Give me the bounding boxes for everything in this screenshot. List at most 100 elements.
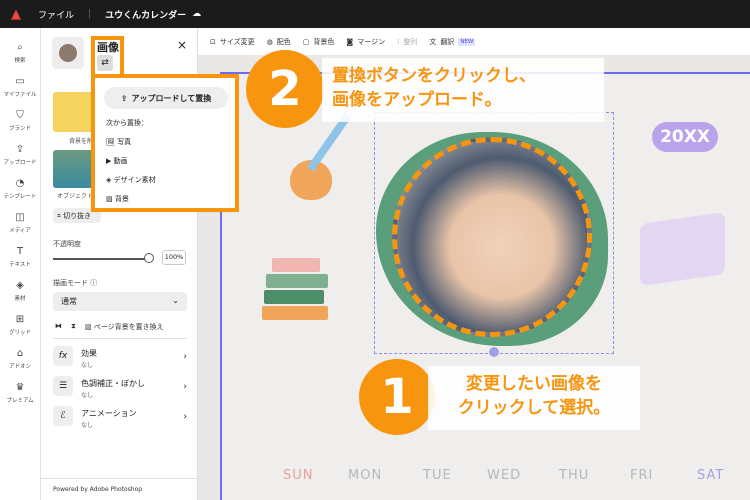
elements-icon: ◈ (16, 280, 24, 291)
rail-label: テンプレート (3, 194, 37, 200)
effect-row-animation[interactable]: ℰ アニメーション なし › (53, 404, 187, 432)
fx-icon: fx (53, 346, 73, 366)
thumb-label: 背景を削 (69, 138, 94, 145)
note-line: 画像をアップロード。 (332, 90, 502, 110)
blend-mode-label: 描画モード ⓘ (53, 278, 97, 288)
rail-upload[interactable]: ⇪ アップロード (0, 138, 40, 172)
translate-icon: 文 (429, 37, 437, 46)
step-2-note: 置換ボタンをクリックし、 画像をアップロード。 (322, 58, 604, 122)
powered-by: Powered by Adobe Photoshop (53, 486, 143, 493)
baby-photo-frame[interactable] (392, 137, 592, 337)
template-icon: ◔ (15, 178, 25, 189)
square-icon: ▢ (302, 37, 310, 46)
rail-brand[interactable]: ⛉ ブランド (0, 104, 40, 138)
flip-horizontal-icon[interactable]: ⧓ (55, 322, 62, 332)
margin-icon: ◙ (346, 37, 354, 46)
upload-icon: ⇪ (15, 144, 25, 155)
addon-icon: ⌂ (16, 348, 24, 359)
brand-icon: ⛉ (16, 110, 24, 121)
align-icon: ⁞ (397, 37, 400, 46)
close-icon[interactable]: × (177, 38, 187, 52)
weekday-mon: MON (348, 468, 383, 483)
margin-label: マージン (357, 37, 386, 46)
rail-search[interactable]: ⌕ 検索 (0, 36, 40, 70)
opacity-value-input[interactable]: 100% (162, 250, 186, 265)
weekday-tue: TUE (423, 468, 452, 483)
rail-my-files[interactable]: ▭ マイファイル (0, 70, 40, 104)
weekday-fri: FRI (630, 468, 654, 483)
rail-text[interactable]: T テキスト (0, 240, 40, 274)
search-icon: ⌕ (17, 42, 23, 53)
left-rail: ⌕ 検索 ▭ マイファイル ⛉ ブランド ⇪ アップロード ◔ テンプレート ◫ メディア … (0, 28, 41, 500)
color-button[interactable]: ◍ 配色 (267, 37, 291, 47)
weekday-thu: THU (559, 468, 590, 483)
books-illustration[interactable] (262, 258, 328, 330)
rail-label: テキスト (9, 262, 31, 268)
effect-row-adjust[interactable]: ☰ 色調補正・ぼかし なし › (53, 374, 187, 402)
opacity-slider[interactable] (53, 258, 151, 260)
opacity-label: 不透明度 (53, 240, 81, 248)
divider (53, 338, 187, 339)
opacity-slider-handle[interactable] (144, 253, 154, 263)
rail-label: ブランド (8, 126, 31, 132)
sliders-icon: ☰ (53, 376, 73, 396)
chevron-down-icon: ⌄ (172, 296, 179, 305)
weekday-wed: WED (487, 468, 522, 483)
effect-sub: なし (81, 362, 94, 369)
effect-sub: なし (81, 392, 94, 399)
bg-label: 背景色 (313, 37, 335, 46)
media-icon: ◫ (15, 212, 25, 223)
file-menu[interactable]: ファイル (38, 8, 74, 21)
thumb-remove-bg[interactable] (53, 92, 93, 132)
rail-addons[interactable]: ⌂ アドオン (0, 342, 40, 376)
color-label: 配色 (276, 37, 291, 46)
resize-icon: ⊡ (210, 37, 216, 46)
crop-label: 切り抜き (63, 212, 92, 220)
blend-value: 通常 (61, 297, 77, 306)
rail-templates[interactable]: ◔ テンプレート (0, 172, 40, 206)
step-1-note: 変更したい画像を クリックして選択。 (428, 366, 640, 430)
animation-icon: ℰ (53, 406, 73, 426)
image-thumbnail[interactable] (52, 37, 84, 69)
year-badge[interactable]: 20XX (652, 122, 718, 152)
grid-icon: ⊞ (15, 314, 25, 325)
replace-bg-label: ページ背景を置き換え (93, 323, 164, 331)
chevron-right-icon: › (183, 382, 187, 392)
rotate-handle[interactable] (489, 347, 499, 357)
step-1-badge: 1 (359, 359, 435, 435)
replace-page-bg-button[interactable]: ▨ ページ背景を置き換え (85, 322, 164, 332)
rail-label: プレミアム (6, 398, 34, 404)
new-badge: NEW (458, 37, 476, 46)
align-button[interactable]: ⁞ 整列 (397, 37, 417, 47)
flip-vertical-icon[interactable]: ⧗ (71, 322, 76, 332)
effect-sub: なし (81, 422, 94, 429)
bg-color-button[interactable]: ▢ 背景色 (303, 37, 335, 47)
note-line: 変更したい画像を (466, 374, 602, 394)
rail-label: アップロード (3, 160, 37, 166)
translate-button[interactable]: 文翻訳 NEW (429, 37, 476, 47)
thumb-object[interactable] (53, 150, 93, 188)
document-title[interactable]: ユウくんカレンダー (105, 8, 186, 21)
open-book-illustration[interactable] (640, 212, 725, 286)
effect-row-effects[interactable]: fx 効果 なし › (53, 344, 187, 372)
rail-elements[interactable]: ◈ 素材 (0, 274, 40, 308)
rail-grid[interactable]: ⊞ グリッド (0, 308, 40, 342)
blend-label-text: 描画モード (53, 279, 88, 287)
top-bar: ▲ ファイル | ユウくんカレンダー ☁ (0, 0, 750, 28)
effect-title: アニメーション (81, 409, 137, 418)
text-icon: T (16, 246, 24, 257)
adobe-express-logo-icon[interactable]: ▲ (11, 7, 21, 22)
thumb-label: オブジェクト (57, 193, 94, 200)
note-line: クリックして選択。 (457, 398, 611, 418)
blend-mode-select[interactable]: 通常 ⌄ (53, 292, 187, 311)
weekday-sun: SUN (283, 468, 314, 483)
rail-premium[interactable]: ♛ プレミアム (0, 376, 40, 410)
resize-button[interactable]: ⊡ サイズ変更 (210, 37, 255, 47)
rail-media[interactable]: ◫ メディア (0, 206, 40, 240)
note-line: 置換ボタンをクリックし、 (332, 66, 536, 86)
folder-icon: ▭ (15, 76, 25, 87)
rail-label: アドオン (8, 364, 31, 370)
margin-button[interactable]: ◙ マージン (346, 37, 385, 47)
effect-title: 色調補正・ぼかし (81, 379, 145, 388)
rail-label: グリッド (8, 330, 31, 336)
